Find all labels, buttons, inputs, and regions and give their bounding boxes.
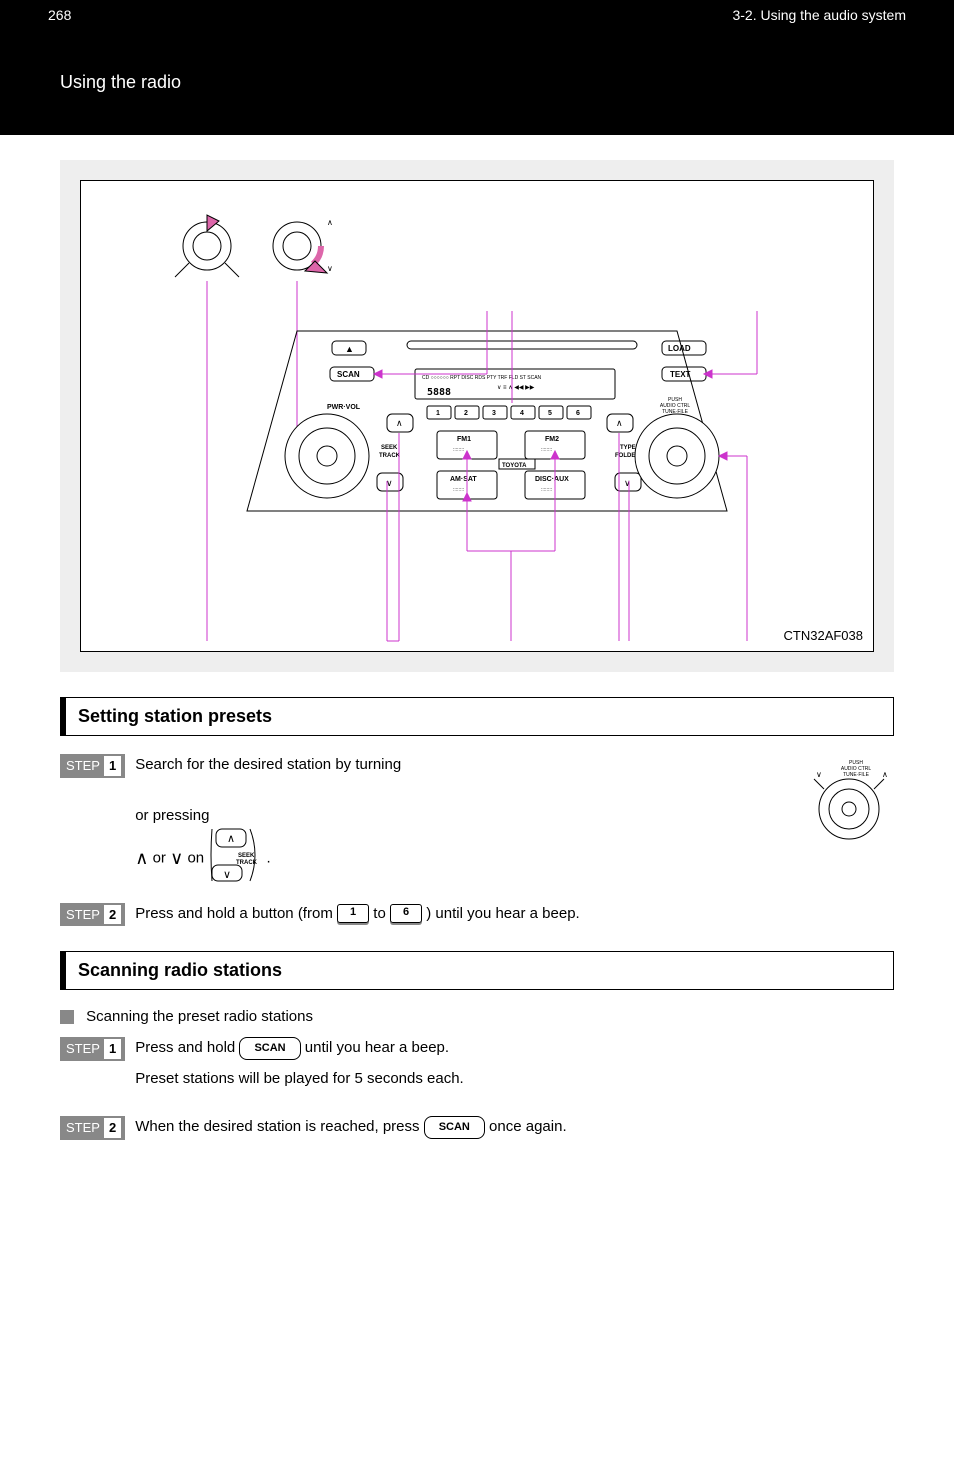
text: to bbox=[373, 905, 386, 922]
svg-text:TUNE·FILE: TUNE·FILE bbox=[843, 772, 870, 778]
text: or pressing bbox=[135, 805, 794, 828]
text: Preset stations will be played for 5 sec… bbox=[135, 1068, 894, 1091]
text: ) until you hear a beep. bbox=[426, 905, 579, 922]
svg-text:SCAN: SCAN bbox=[337, 370, 360, 379]
svg-text:SEEK: SEEK bbox=[381, 445, 398, 451]
preset-step-1: STEP1 Search for the desired station by … bbox=[60, 754, 894, 891]
svg-text:CD ○○○○○○ RPT DISC RDS PTY: CD ○○○○○○ RPT DISC RDS PTY TRF FLD ST SC… bbox=[422, 375, 542, 381]
svg-text:TYPE: TYPE bbox=[620, 445, 636, 451]
svg-text:::::::::: :::::::: bbox=[541, 487, 552, 493]
section-setting-presets: Setting station presets bbox=[60, 697, 894, 736]
svg-text:TEXT: TEXT bbox=[670, 370, 691, 379]
svg-text:6: 6 bbox=[576, 410, 580, 417]
scan-button-icon: SCAN bbox=[239, 1037, 300, 1060]
text: . bbox=[266, 850, 270, 867]
seek-track-icon: ∧ SEEK TRACK ∨ bbox=[210, 827, 260, 891]
svg-text:5: 5 bbox=[548, 410, 552, 417]
page-title: Using the radio bbox=[60, 72, 181, 93]
svg-text:∨: ∨ bbox=[327, 264, 333, 273]
svg-text:∧: ∧ bbox=[616, 418, 623, 428]
svg-text:DISC·AUX: DISC·AUX bbox=[535, 476, 569, 483]
text: once again. bbox=[489, 1118, 567, 1135]
text: Scanning the preset radio stations bbox=[86, 1008, 313, 1025]
radio-diagram: ∧ ∨ ▲ LOAD SCAN bbox=[80, 180, 874, 652]
svg-text:∨: ∨ bbox=[816, 770, 822, 779]
diagram-code: CTN32AF038 bbox=[784, 628, 863, 643]
page-number: 268 bbox=[48, 7, 71, 23]
preset-6-button-icon: 6 bbox=[390, 904, 422, 923]
text: Search for the desired station by turnin… bbox=[135, 756, 401, 773]
page-header-strip: 268 3-2. Using the audio system bbox=[0, 0, 954, 30]
step-badge: STEP1 bbox=[60, 754, 125, 778]
svg-text:FM2: FM2 bbox=[545, 436, 559, 443]
svg-text:5888: 5888 bbox=[427, 387, 451, 398]
svg-text:TRACK: TRACK bbox=[379, 453, 401, 459]
svg-text:::::::::: :::::::: bbox=[453, 447, 464, 453]
preset-step-2: STEP2 Press and hold a button (from 1 to… bbox=[60, 903, 894, 927]
scan-button-icon: SCAN bbox=[424, 1116, 485, 1139]
svg-text:FM1: FM1 bbox=[457, 436, 471, 443]
step-badge: STEP2 bbox=[60, 1116, 125, 1140]
text: Press and hold bbox=[135, 1039, 235, 1056]
svg-text:PWR·VOL: PWR·VOL bbox=[327, 404, 361, 411]
svg-text:∨: ∨ bbox=[223, 869, 231, 881]
bullet-square-icon bbox=[60, 1010, 74, 1024]
svg-text:AM·SAT: AM·SAT bbox=[450, 476, 477, 483]
step-badge: STEP1 bbox=[60, 1037, 125, 1061]
svg-text:LOAD: LOAD bbox=[668, 344, 691, 353]
svg-text:∧: ∧ bbox=[227, 833, 235, 845]
svg-text:SEEK: SEEK bbox=[238, 853, 255, 859]
scan-preset-subheading: Scanning the preset radio stations bbox=[60, 1008, 894, 1025]
page-title-banner: Using the radio bbox=[0, 30, 954, 135]
svg-text:2: 2 bbox=[464, 410, 468, 417]
text: Press and hold a button (from bbox=[135, 905, 333, 922]
svg-text:::::::::: :::::::: bbox=[453, 487, 464, 493]
svg-text:3: 3 bbox=[492, 410, 496, 417]
volume-knob-icon: ∧ ∨ bbox=[273, 218, 333, 273]
svg-text:∧: ∧ bbox=[882, 770, 888, 779]
svg-text:::::::::: :::::::: bbox=[541, 447, 552, 453]
svg-text:1: 1 bbox=[436, 410, 440, 417]
step-badge: STEP2 bbox=[60, 903, 125, 927]
svg-text:∧: ∧ bbox=[327, 218, 333, 227]
tune-knob-icon: PUSH AUDIO CTRL TUNE·FILE ∨ ∧ bbox=[804, 754, 894, 852]
section-scanning: Scanning radio stations bbox=[60, 951, 894, 990]
svg-text:TOYOTA: TOYOTA bbox=[502, 463, 527, 469]
svg-text:∨ ≡ ∧ ◀◀ ▶▶: ∨ ≡ ∧ ◀◀ ▶▶ bbox=[497, 385, 535, 391]
scan-step-1: STEP1 Press and hold SCAN until you hear… bbox=[60, 1037, 894, 1104]
text: on bbox=[187, 850, 204, 867]
text: until you hear a beep. bbox=[305, 1039, 449, 1056]
radio-diagram-box: ∧ ∨ ▲ LOAD SCAN bbox=[60, 160, 894, 672]
svg-text:4: 4 bbox=[520, 410, 524, 417]
svg-text:∨: ∨ bbox=[624, 478, 631, 488]
svg-text:▲: ▲ bbox=[345, 344, 354, 354]
text: When the desired station is reached, pre… bbox=[135, 1118, 419, 1135]
svg-text:∧: ∧ bbox=[396, 418, 403, 428]
preset-1-button-icon: 1 bbox=[337, 904, 369, 923]
breadcrumb: 3-2. Using the audio system bbox=[732, 7, 906, 23]
scan-step-2: STEP2 When the desired station is reache… bbox=[60, 1116, 894, 1140]
power-knob-icon bbox=[175, 215, 239, 277]
text: or bbox=[153, 850, 166, 867]
